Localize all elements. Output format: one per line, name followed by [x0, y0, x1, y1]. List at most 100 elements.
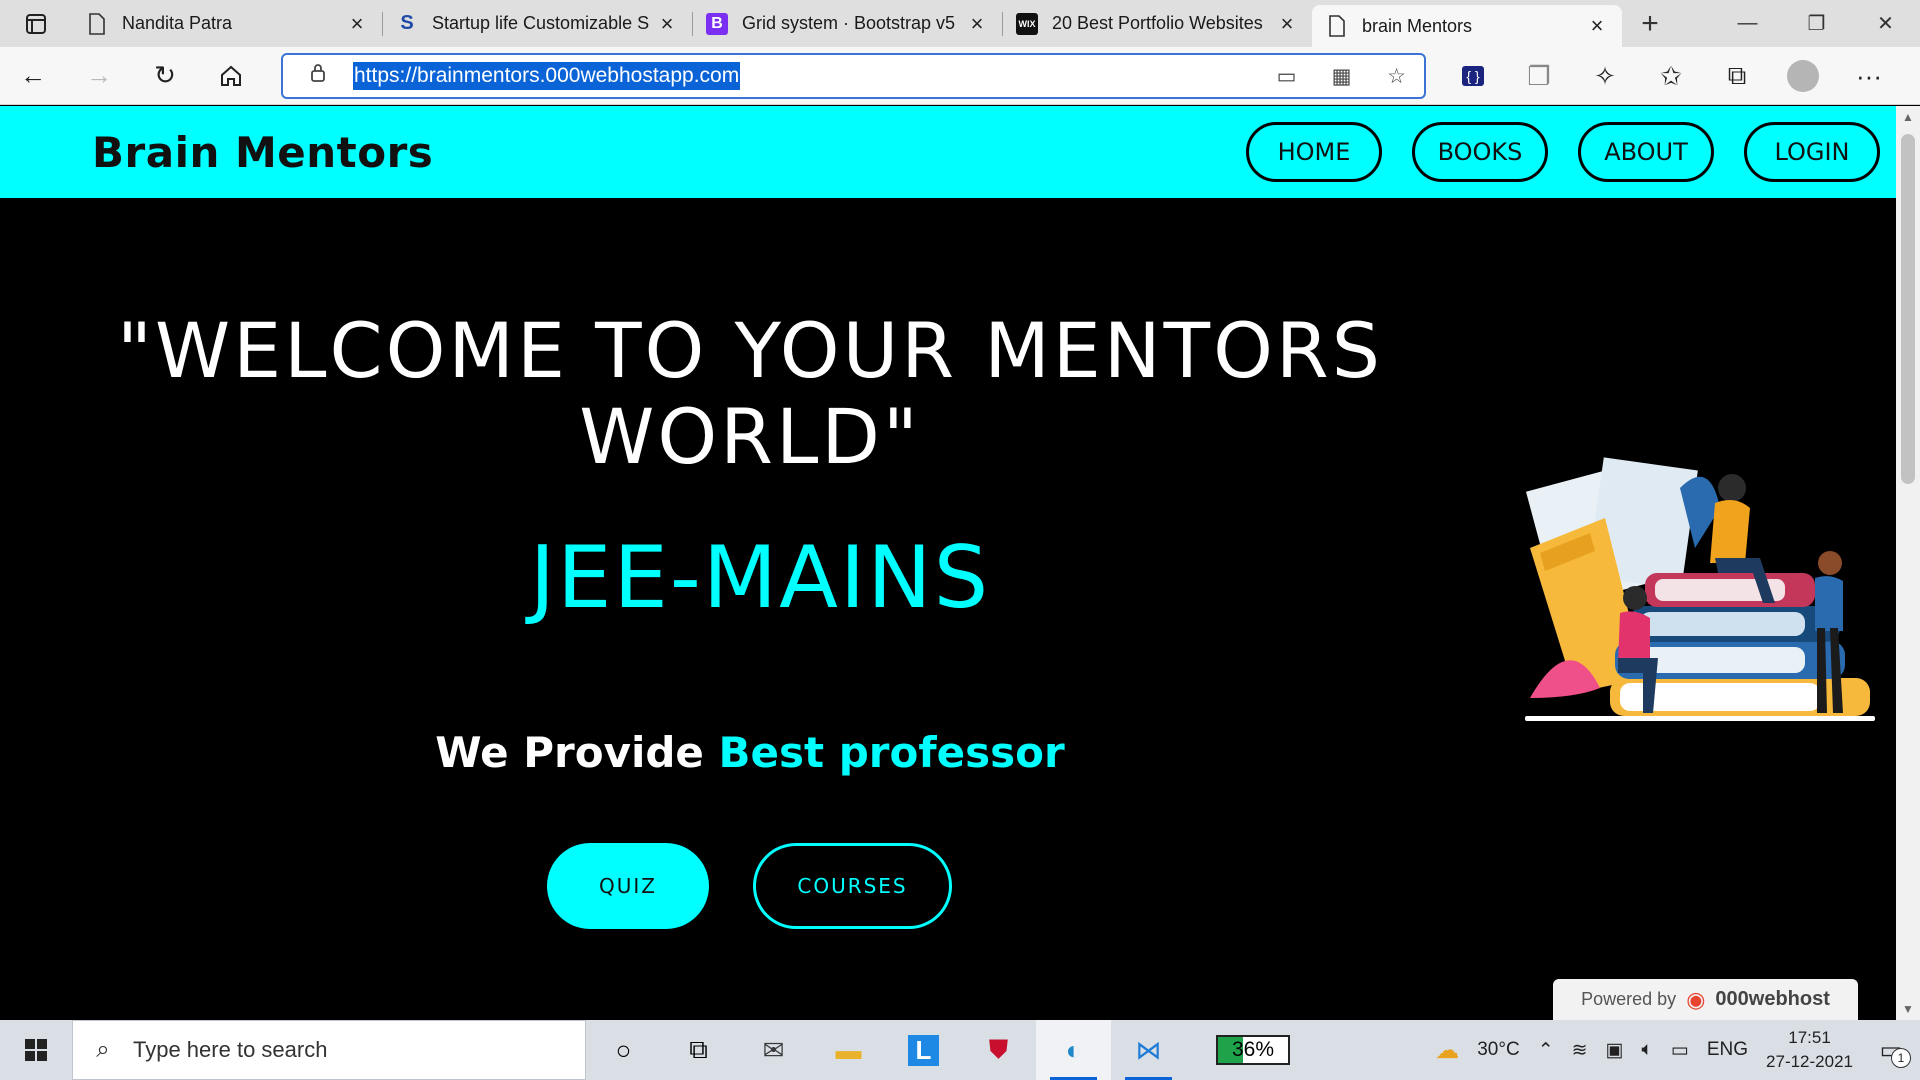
file-explorer-app[interactable]: ▬ [811, 1020, 886, 1080]
battery-text: 36% [1231, 1038, 1275, 1061]
tab-title: Startup life Customizable S [432, 13, 650, 33]
browser-tab-4[interactable]: WIX 20 Best Portfolio Websites × [1002, 0, 1312, 47]
mail-icon: ✉ [762, 1034, 785, 1065]
scroll-down-icon[interactable]: ▼ [1896, 998, 1920, 1020]
extension-button[interactable]: { } [1440, 47, 1506, 105]
task-view-icon: ⧉ [689, 1034, 708, 1064]
chevron-up-icon[interactable]: ⌃ [1538, 1039, 1554, 1062]
courses-button[interactable]: COURSES [753, 843, 952, 929]
hero-headline: "WELCOME TO YOUR MENTORS WORLD" [40, 308, 1460, 480]
close-tab-icon[interactable]: × [656, 11, 678, 37]
battery-indicator[interactable]: 36% [1216, 1035, 1290, 1065]
tab-title: Nandita Patra [122, 13, 233, 33]
cortana-button[interactable]: ○ [586, 1020, 661, 1080]
wifi-icon[interactable]: ≋ [1572, 1039, 1588, 1062]
taskbar-search[interactable]: ⌕ Type here to search [72, 1020, 586, 1080]
collections-button[interactable]: ⧉ [1704, 47, 1770, 105]
more-icon: ··· [1856, 60, 1882, 91]
address-bar[interactable]: https://brainmentors.000webhostapp.com ▭… [281, 53, 1426, 99]
start-button[interactable] [0, 1020, 72, 1080]
tab-actions-button[interactable] [0, 0, 72, 47]
battery-icon[interactable]: ▭ [1671, 1039, 1689, 1062]
notification-count: 1 [1891, 1048, 1911, 1068]
page-icon [1326, 15, 1348, 37]
volume-icon[interactable]: 🔈︎ [1641, 1039, 1652, 1061]
tab-title: brain Mentors [1362, 15, 1473, 36]
tab-title: 20 Best Portfolio Websites [1052, 13, 1263, 33]
minimize-icon[interactable]: — [1713, 0, 1782, 47]
edge-app[interactable]: ◐ [1036, 1020, 1111, 1080]
extensions-button[interactable]: ✧ [1572, 47, 1638, 105]
close-tab-icon[interactable]: × [346, 11, 368, 37]
mcafee-app[interactable]: ⛊ [961, 1020, 1036, 1080]
refresh-button[interactable]: ↻ [132, 47, 198, 105]
settings-menu-button[interactable]: ··· [1836, 47, 1902, 105]
cortana-icon: ○ [615, 1034, 632, 1065]
main-nav: HOME BOOKS ABOUT LOGIN [1246, 122, 1880, 182]
edge-icon: ◐ [1065, 1034, 1082, 1065]
lock-icon[interactable] [283, 63, 353, 89]
windows-logo-icon [25, 1039, 47, 1061]
browser-tab-3[interactable]: B Grid system · Bootstrap v5 × [692, 0, 1002, 47]
close-window-icon[interactable]: ✕ [1851, 0, 1920, 47]
profile-button[interactable] [1770, 47, 1836, 105]
weather-temp[interactable]: 30°C [1477, 1039, 1519, 1061]
clock-date: 27-12-2021 [1766, 1052, 1853, 1071]
page-scrollbar[interactable]: ▲ ▼ [1896, 106, 1920, 1020]
l-app[interactable]: L [886, 1020, 961, 1080]
clock[interactable]: 17:51 27-12-2021 [1766, 1026, 1853, 1074]
language-indicator[interactable]: ENG [1707, 1039, 1748, 1061]
tab-actions-icon [26, 13, 46, 34]
close-tab-icon[interactable]: × [1586, 13, 1608, 39]
quiz-button[interactable]: QUIZ [547, 843, 709, 929]
tagline-text: We Provide [435, 728, 704, 777]
course-title: JEE-MAINS [529, 528, 991, 628]
browser-tab-1[interactable]: Nandita Patra × [72, 0, 382, 47]
extension-button[interactable]: ❐ [1506, 47, 1572, 105]
headline-line-2: WORLD" [579, 392, 921, 481]
mcafee-shield-icon: ⛊ [988, 1034, 1009, 1064]
nav-login-button[interactable]: LOGIN [1744, 122, 1880, 182]
webhost-logo-icon: ◉ [1686, 986, 1706, 1012]
startup-favicon-icon: S [400, 12, 414, 34]
mail-app[interactable]: ✉ [736, 1020, 811, 1080]
restore-icon[interactable]: ❐ [1782, 0, 1851, 47]
qr-code-icon[interactable]: ▦ [1314, 64, 1369, 89]
site-header: Brain Mentors HOME BOOKS ABOUT LOGIN [0, 106, 1896, 198]
browser-tab-2[interactable]: S Startup life Customizable S × [382, 0, 692, 47]
vscode-app[interactable]: ⋈ [1111, 1020, 1186, 1080]
scroll-up-icon[interactable]: ▲ [1896, 106, 1920, 128]
json-extension-icon: { } [1462, 66, 1484, 86]
add-favorite-icon[interactable]: ☆ [1369, 64, 1424, 89]
notification-center-button[interactable]: ▭ 1 [1871, 1030, 1911, 1070]
forward-button[interactable]: → [66, 47, 132, 105]
favorites-button[interactable]: ✩ [1638, 47, 1704, 105]
new-tab-button[interactable]: + [1622, 7, 1678, 41]
close-tab-icon[interactable]: × [1276, 11, 1298, 37]
task-view-button[interactable]: ⧉ [661, 1020, 736, 1080]
weather-icon[interactable]: ☁ [1435, 1036, 1459, 1065]
windows-taskbar: ⌕ Type here to search ○ ⧉ ✉ ▬ L ⛊ ◐ ⋈ 36… [0, 1020, 1920, 1080]
tagline: We Provide Best professor [380, 728, 1120, 777]
favorites-icon: ✩ [1660, 60, 1682, 91]
powered-by-badge[interactable]: Powered by ◉ 000webhost [1553, 979, 1858, 1020]
copy-extension-icon: ❐ [1527, 60, 1551, 91]
avatar [1787, 60, 1819, 92]
browser-tab-strip: Nandita Patra × S Startup life Customiza… [0, 0, 1920, 47]
scrollbar-thumb[interactable] [1901, 134, 1915, 484]
nav-home-button[interactable]: HOME [1246, 122, 1382, 182]
site-brand[interactable]: Brain Mentors [92, 128, 433, 177]
url-text[interactable]: https://brainmentors.000webhostapp.com [353, 62, 741, 90]
app-available-icon[interactable]: ▭ [1259, 64, 1314, 89]
back-button[interactable]: ← [0, 47, 66, 105]
close-tab-icon[interactable]: × [966, 11, 988, 37]
home-button[interactable] [198, 47, 264, 105]
nav-about-button[interactable]: ABOUT [1578, 122, 1714, 182]
browser-tab-5-active[interactable]: brain Mentors × [1312, 5, 1622, 47]
nav-books-button[interactable]: BOOKS [1412, 122, 1548, 182]
back-arrow-icon: ← [20, 60, 46, 90]
students-books-illustration [1525, 457, 1875, 721]
headline-line-1: "WELCOME TO YOUR MENTORS [117, 306, 1383, 395]
network-icon[interactable]: ▣ [1606, 1039, 1624, 1062]
tab-title: Grid system · Bootstrap v5 [742, 13, 956, 33]
